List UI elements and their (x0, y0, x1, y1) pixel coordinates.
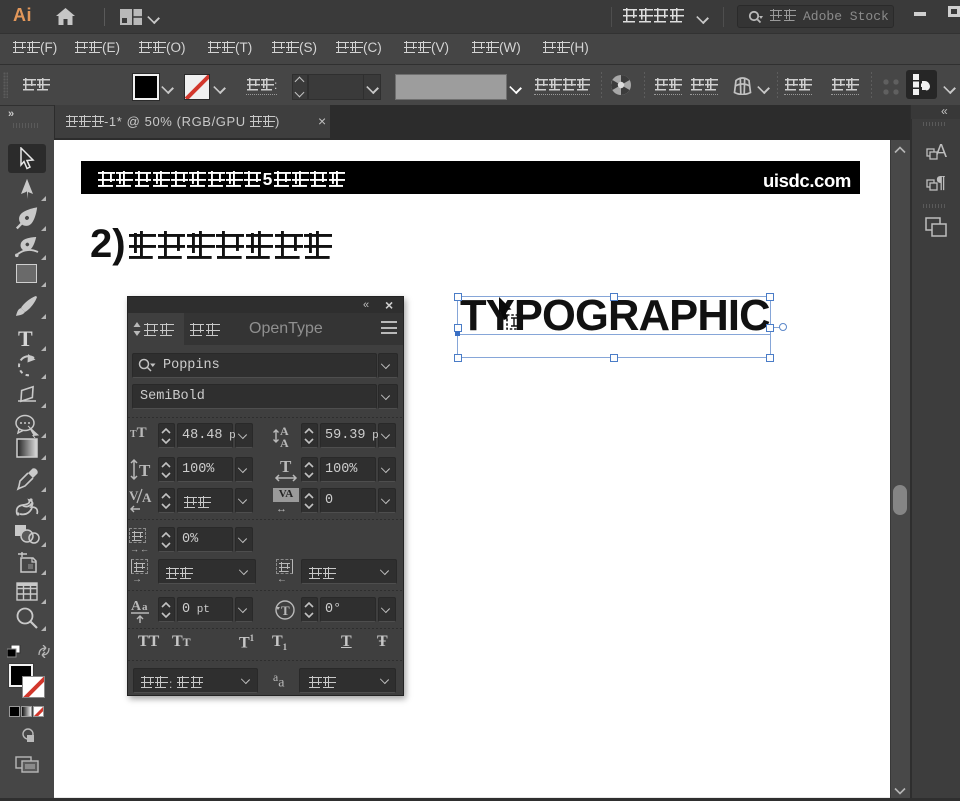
svg-text:T: T (281, 603, 290, 618)
svg-text:A: A (280, 436, 289, 449)
svg-text:A: A (131, 599, 142, 614)
svg-text:a: a (142, 601, 148, 613)
svg-text:A: A (142, 490, 152, 505)
svg-text:T: T (280, 457, 292, 476)
svg-text:T: T (139, 461, 151, 480)
